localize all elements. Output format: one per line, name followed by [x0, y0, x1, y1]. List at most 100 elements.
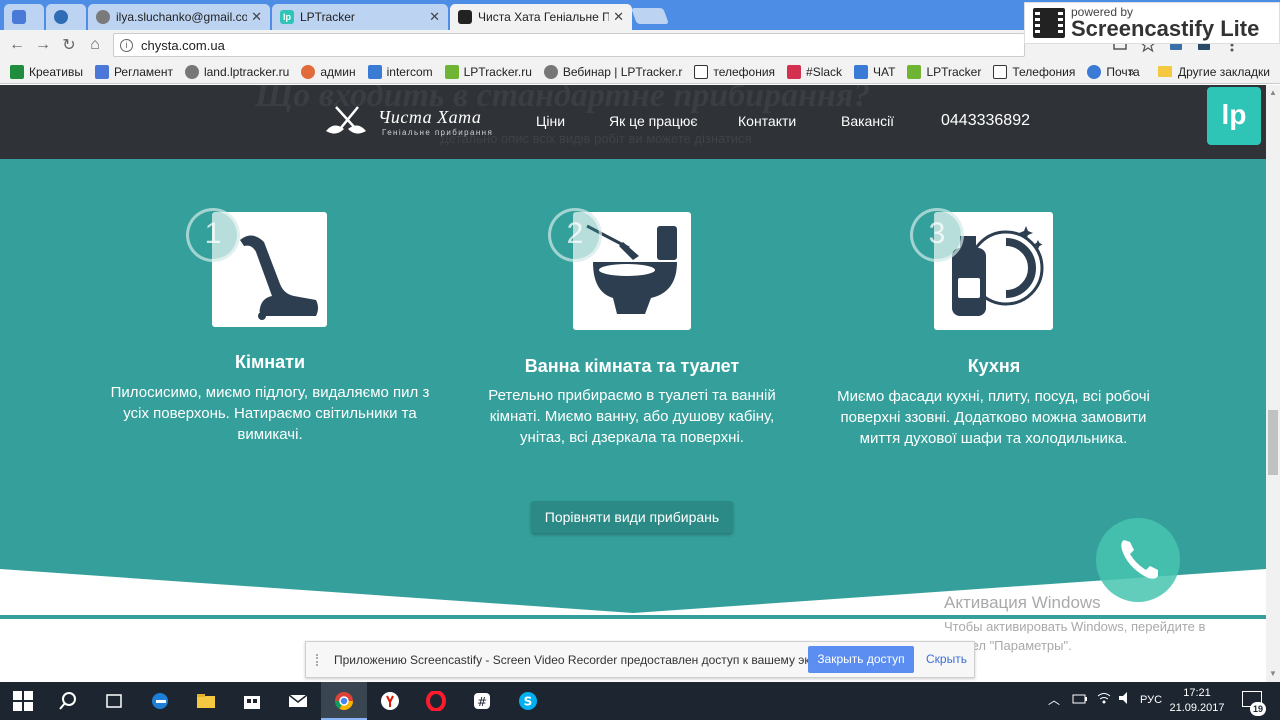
close-tab-icon[interactable]: ✕	[429, 9, 440, 25]
battery-icon[interactable]	[1072, 693, 1088, 708]
compare-cleaning-button[interactable]: Порівняти види прибирань	[531, 501, 733, 533]
rocket-icon	[184, 64, 199, 79]
volume-icon[interactable]	[1118, 691, 1134, 708]
skype-icon[interactable]: S	[518, 691, 538, 711]
forward-arrow-icon[interactable]: →	[30, 36, 56, 54]
svg-text:S: S	[524, 695, 533, 709]
slack-app-icon[interactable]: #	[472, 691, 492, 711]
keyboard-language[interactable]: РУС	[1140, 694, 1162, 706]
new-tab-button[interactable]	[631, 8, 669, 24]
bookmark-item[interactable]: Креативы	[4, 64, 89, 79]
step-number-2: 2	[548, 208, 602, 262]
card-title-kitchen: Кухня	[967, 356, 1021, 376]
bookmarks-overflow-button[interactable]: »	[1128, 65, 1135, 79]
opera-icon[interactable]	[426, 690, 446, 712]
store-icon[interactable]	[242, 691, 262, 711]
tray-chevron-up-icon[interactable]: ︿	[1048, 691, 1060, 708]
close-tab-icon[interactable]: ✕	[613, 9, 624, 25]
bookmark-item[interactable]: админ	[295, 64, 361, 79]
info-icon[interactable]: i	[120, 38, 133, 52]
tab-gmail[interactable]: ilya.sluchanko@gmail.co ✕	[88, 4, 270, 30]
bookmark-item[interactable]: Телефония	[987, 64, 1081, 79]
drag-grip-icon[interactable]	[316, 653, 322, 666]
mail-icon	[96, 10, 110, 24]
screencastify-watermark: powered by Screencastify Lite	[1024, 2, 1280, 44]
rocket-icon	[543, 64, 558, 79]
bookmark-item[interactable]: Почта	[1081, 64, 1145, 79]
wifi-icon[interactable]	[1096, 691, 1112, 708]
nav-how-it-works[interactable]: Як це працює	[609, 113, 697, 129]
reload-icon[interactable]: ↻	[56, 35, 82, 55]
windows-taskbar: # S ︿ РУС 17:21 21.09.2017 19	[0, 682, 1280, 720]
bookmark-label: LPTracker	[926, 64, 982, 79]
scroll-up-arrow-icon[interactable]: ▲	[1269, 88, 1277, 97]
doc-icon	[12, 10, 26, 24]
bookmark-item[interactable]: land.lptracker.ru	[179, 64, 295, 79]
notification-count-badge: 19	[1250, 702, 1266, 716]
bookmark-label: ЧАТ	[873, 64, 896, 79]
callback-button[interactable]	[1096, 518, 1180, 602]
broom-logo-icon	[322, 105, 370, 139]
site-logo[interactable]: Чиста Хата Геніальне прибирання	[322, 105, 493, 139]
stop-sharing-button[interactable]: Закрыть доступ	[808, 646, 914, 673]
bookmark-item[interactable]: #Slack	[781, 64, 848, 79]
scroll-down-arrow-icon[interactable]: ▼	[1269, 669, 1277, 678]
tab-2[interactable]	[46, 4, 86, 30]
bookmark-label: LPTracker.ru	[463, 64, 532, 79]
bookmark-item[interactable]: телефония	[688, 64, 781, 79]
bookmark-label: админ	[320, 64, 356, 79]
file-explorer-icon[interactable]	[196, 691, 216, 711]
clock-time: 17:21	[1183, 687, 1211, 699]
nav-contacts[interactable]: Контакти	[738, 113, 796, 129]
lptracker-widget-button[interactable]: lp	[1207, 87, 1261, 145]
chrome-icon[interactable]	[334, 691, 354, 711]
edge-icon[interactable]	[150, 691, 170, 711]
nav-vacancies[interactable]: Вакансії	[841, 113, 894, 129]
scroll-thumb[interactable]	[1268, 410, 1278, 475]
bookmark-label: land.lptracker.ru	[203, 64, 290, 79]
back-arrow-icon[interactable]: ←	[4, 36, 30, 54]
page-scrollbar[interactable]: ▲ ▼	[1266, 85, 1280, 682]
bookmark-item[interactable]: LPTracker.ru	[439, 64, 538, 79]
home-icon[interactable]: ⌂	[82, 36, 108, 54]
tab-chysta[interactable]: Чиста Хата Геніальне Пр ✕	[450, 4, 632, 30]
address-bar[interactable]: i chysta.com.ua	[113, 33, 1025, 57]
bookmark-item[interactable]: intercom	[362, 64, 439, 79]
bookmark-item[interactable]: ЧАТ	[848, 64, 901, 79]
logo-tagline: Геніальне прибирання	[382, 128, 494, 137]
telephony-icon	[993, 64, 1008, 79]
bookmarks-bar: Креативы Регламент land.lptracker.ru адм…	[0, 60, 1280, 84]
share-message: Приложению Screencastify - Screen Video …	[334, 652, 838, 667]
tab-1[interactable]	[4, 4, 44, 30]
film-icon	[1033, 8, 1065, 38]
close-tab-icon[interactable]: ✕	[251, 9, 262, 25]
mail-icon	[1087, 64, 1102, 79]
bookmark-item[interactable]: Вебинар | LPTracker.r	[538, 64, 688, 79]
hide-notification-link[interactable]: Скрыть	[926, 652, 967, 666]
task-view-icon[interactable]	[104, 691, 124, 711]
watermark-name: Screencastify Lite	[1071, 16, 1260, 41]
other-bookmarks[interactable]: Другие закладки	[1158, 65, 1270, 79]
bookmark-label: Вебинар | LPTracker.r	[562, 64, 683, 79]
windows-start-icon[interactable]	[13, 691, 33, 711]
nav-prices[interactable]: Ціни	[536, 113, 565, 129]
tab-lptracker[interactable]: lp LPTracker ✕	[272, 4, 448, 30]
bookmark-label: Регламент	[113, 64, 173, 79]
phone-link[interactable]: 0443336892	[941, 112, 1030, 130]
card-desc-bathroom: Ретельно прибираємо в туалеті та ванній …	[488, 387, 776, 446]
bookmark-item[interactable]: LPTracker	[901, 64, 987, 79]
logo-name: Чиста Хата	[378, 107, 482, 127]
tab-title: Чиста Хата Геніальне Пр	[478, 10, 610, 24]
tab-title: ilya.sluchanko@gmail.co	[116, 10, 248, 24]
site-header: Що входить в стандартне прибирання? Дета…	[0, 85, 1266, 159]
bookmark-label: Телефония	[1012, 64, 1076, 79]
bookmark-label: #Slack	[806, 64, 843, 79]
card-desc-rooms: Пилосисимо, миємо підлогу, видаляємо пил…	[110, 384, 430, 443]
yandex-browser-icon[interactable]	[380, 691, 400, 711]
system-clock[interactable]: 17:21 21.09.2017	[1166, 686, 1228, 716]
search-icon[interactable]	[58, 691, 78, 711]
bookmark-item[interactable]: Регламент	[89, 64, 179, 79]
globe-icon	[54, 10, 68, 24]
mail-app-icon[interactable]	[288, 691, 308, 711]
folder-icon	[1158, 66, 1172, 77]
